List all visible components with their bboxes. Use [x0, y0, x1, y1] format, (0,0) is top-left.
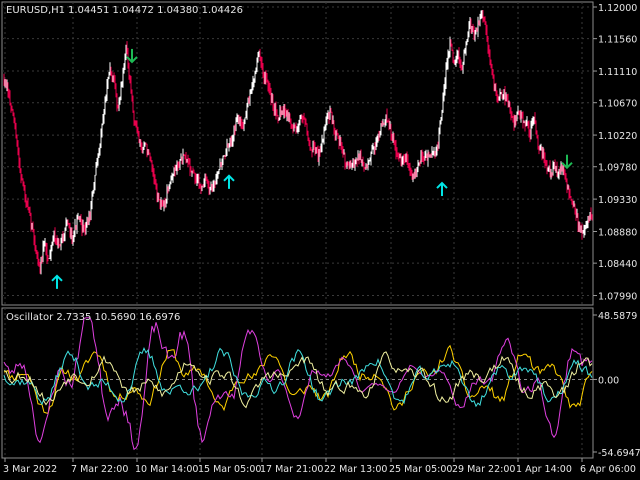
osc-tick-label: 0.00 — [598, 375, 619, 386]
time-axis: 3 Mar 2022 7 Mar 22:00 10 Mar 14:00 15 Mar … — [3, 458, 636, 475]
price-tick-label: 1.11560 — [598, 35, 637, 46]
price-tick-label: 1.07990 — [598, 292, 637, 303]
ohlc-readout: 1.04451 1.04472 1.04380 1.04426 — [68, 5, 243, 16]
symbol-title: EURUSD,H1 — [6, 5, 65, 16]
time-tick-label: 3 Mar 2022 — [3, 464, 57, 475]
oscillator-y-axis: 48.5879 0.00 -54.6947 — [593, 311, 640, 459]
time-tick-label: 29 Mar 22:00 — [452, 464, 515, 475]
price-panel-border — [1, 1, 594, 306]
price-tick-label: 1.09780 — [598, 163, 637, 174]
time-tick-label: 10 Mar 14:00 — [135, 464, 198, 475]
price-tick-label: 1.10670 — [598, 99, 637, 110]
osc-tick-label: 48.5879 — [598, 311, 637, 322]
price-tick-label: 1.08440 — [598, 259, 637, 270]
price-tick-label: 1.08880 — [598, 227, 637, 238]
time-tick-label: 15 Mar 05:00 — [198, 464, 261, 475]
time-tick-label: 22 Mar 13:00 — [324, 464, 387, 475]
price-y-axis: 1.12000 1.11560 1.11110 1.10670 1.10220 1.097… — [593, 3, 637, 303]
price-tick-label: 1.12000 — [598, 3, 637, 14]
time-tick-label: 6 Apr 06:00 — [580, 464, 636, 475]
oscillator-panel[interactable]: Oscillator 2.7335 10.5690 16.6976 48.587… — [1, 307, 640, 459]
price-panel[interactable]: EURUSD,H1 1.04451 1.04472 1.04380 1.0442… — [1, 1, 637, 306]
price-tick-label: 1.09330 — [598, 195, 637, 206]
time-tick-label: 25 Mar 05:00 — [389, 464, 452, 475]
osc-tick-label: -54.6947 — [598, 448, 640, 459]
chart-window: EURUSD,H1 1.04451 1.04472 1.04380 1.0442… — [1, 1, 640, 475]
price-tick-label: 1.10220 — [598, 131, 637, 142]
time-tick-label: 17 Mar 21:00 — [260, 464, 323, 475]
time-tick-label: 7 Mar 22:00 — [71, 464, 128, 475]
time-tick-label: 1 Apr 14:00 — [516, 464, 572, 475]
price-tick-label: 1.11110 — [598, 67, 637, 78]
oscillator-title: Oscillator 2.7335 10.5690 16.6976 — [6, 312, 180, 323]
